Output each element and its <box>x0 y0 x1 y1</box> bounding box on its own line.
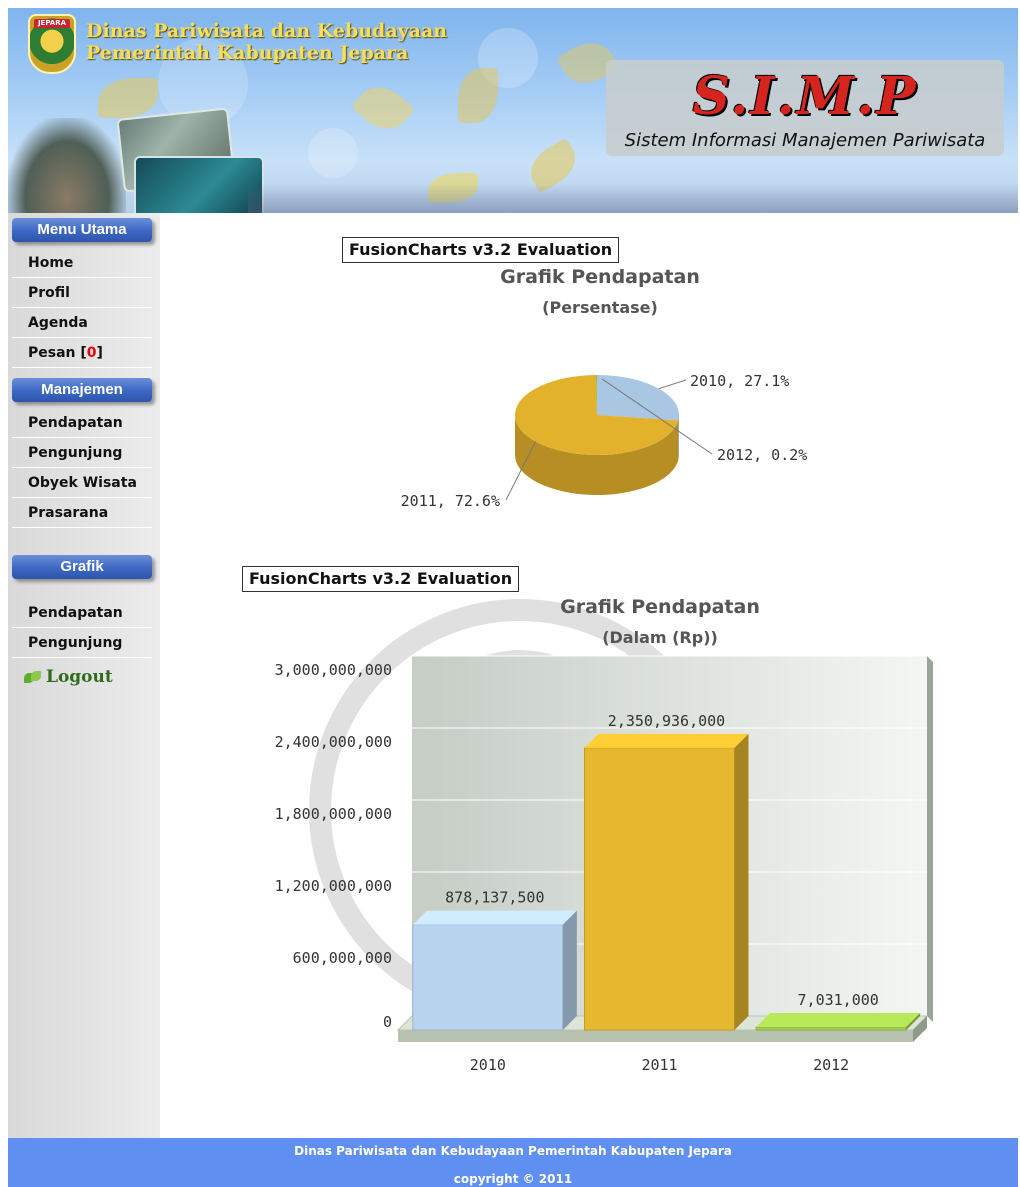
bar-2010[interactable] <box>412 924 564 1031</box>
bar-side-2010 <box>562 910 577 1030</box>
bar-chart: 0 600,000,000 1,200,000,000 1,800,000,000 2,… <box>275 655 933 1074</box>
banner-shade <box>248 183 1018 213</box>
x-tick-label-2012: 2012 <box>813 1056 849 1074</box>
pie-label-2010: 2010, 27.1% <box>690 372 789 390</box>
section-header-grafik: Grafik <box>12 555 152 579</box>
plot-floor-edge <box>398 1030 913 1042</box>
bar-evaluation-banner: FusionCharts v3.2 Evaluation <box>242 566 520 592</box>
pie-label-2011: 2011, 72.6% <box>401 492 500 510</box>
footer-agency: Dinas Pariwisata dan Kebudayaan Pemerint… <box>294 1144 732 1158</box>
pie-chart-subtitle: (Persentase) <box>542 298 658 317</box>
y-tick-label: 1,800,000,000 <box>275 805 392 823</box>
sidebar-item-prasarana[interactable]: Prasarana <box>12 499 152 528</box>
footer-copyright: copyright © 2011 <box>453 1172 573 1186</box>
unread-count: 0 <box>86 345 97 361</box>
section-header-menu-utama: Menu Utama <box>12 218 152 242</box>
banner-leaf <box>458 68 498 123</box>
y-tick-label: 1,200,000,000 <box>275 877 392 895</box>
pie-label-2012: 2012, 0.2% <box>717 446 807 464</box>
sidebar-item-obyek-wisata[interactable]: Obyek Wisata <box>12 469 152 498</box>
banner-leaf <box>350 76 416 140</box>
app-subtitle: Sistem Informasi Manajemen Pariwisata <box>624 130 986 151</box>
sidebar-item-grafik-pengunjung[interactable]: Pengunjung <box>12 629 152 658</box>
pie-evaluation-banner: FusionCharts v3.2 Evaluation <box>342 237 620 263</box>
bar-2012[interactable] <box>755 1026 907 1031</box>
sidebar-item-pesan[interactable]: Pesan [0] <box>12 339 152 368</box>
logout-link[interactable]: Logout <box>24 667 113 687</box>
banner-leaf <box>98 78 158 118</box>
underwater-photo <box>134 156 264 213</box>
logout-label: Logout <box>46 667 113 687</box>
banner-bubble <box>308 128 358 178</box>
x-tick-label-2011: 2011 <box>641 1056 677 1074</box>
data-label-2011: 2,350,936,000 <box>608 712 725 730</box>
agency-line-2: Pemerintah Kabupaten Jepara <box>86 42 409 64</box>
section-header-manajemen: Manajemen <box>12 378 152 402</box>
app-title: S.I.M.P <box>692 66 918 127</box>
bar-top-2011 <box>584 733 749 748</box>
agency-name: Dinas Pariwisata dan Kebudayaan Pemerint… <box>86 20 447 64</box>
footer: Dinas Pariwisata dan Kebudayaan Pemerint… <box>8 1138 1018 1187</box>
plot-side-wall <box>927 656 933 1022</box>
coral-photo <box>8 118 126 213</box>
sidebar: Menu Utama Home Profil Agenda Pesan [0] … <box>8 213 160 1138</box>
sidebar-item-profil[interactable]: Profil <box>12 279 152 308</box>
pie-chart-title: Grafik Pendapatan <box>500 266 700 288</box>
data-label-2012: 7,031,000 <box>798 991 879 1009</box>
bar-chart-title: Grafik Pendapatan <box>560 596 760 618</box>
bar-top-2010 <box>412 910 577 925</box>
pie-leader-line-2010 <box>658 379 687 390</box>
unread-badge: [0] <box>80 345 103 361</box>
jepara-logo: JEPARA <box>28 14 76 74</box>
sidebar-item-pengunjung[interactable]: Pengunjung <box>12 439 152 468</box>
bar-chart-subtitle: (Dalam (Rp)) <box>602 628 718 647</box>
bar-2011[interactable] <box>584 747 735 1031</box>
pie-slice-2010[interactable] <box>597 375 679 421</box>
app-title-box: S.I.M.P Sistem Informasi Manajemen Pariw… <box>606 60 1004 156</box>
pie-slice-side-2010 <box>678 415 679 461</box>
header-banner: JEPARA Dinas Pariwisata dan Kebudayaan P… <box>8 8 1018 213</box>
x-tick-label-2010: 2010 <box>470 1056 506 1074</box>
sidebar-item-agenda[interactable]: Agenda <box>12 309 152 338</box>
leaf-icon <box>24 670 42 685</box>
bar-top-2012 <box>756 1013 921 1027</box>
y-tick-label: 2,400,000,000 <box>275 733 392 751</box>
bar-side-2011 <box>734 733 749 1030</box>
sidebar-item-label: Pesan <box>28 345 81 361</box>
agency-line-1: Dinas Pariwisata dan Kebudayaan <box>86 20 448 42</box>
sidebar-item-grafik-pendapatan[interactable]: Pendapatan <box>12 599 152 628</box>
y-tick-label: 0 <box>383 1013 392 1031</box>
sidebar-item-pendapatan[interactable]: Pendapatan <box>12 409 152 438</box>
logo-text: JEPARA <box>34 19 70 28</box>
pie-chart: 2010, 27.1% 2011, 72.6% 2012, 0.2% <box>401 372 808 510</box>
data-label-2010: 878,137,500 <box>445 889 544 907</box>
y-tick-label: 3,000,000,000 <box>275 661 392 679</box>
sidebar-item-home[interactable]: Home <box>12 249 152 278</box>
y-tick-label: 600,000,000 <box>293 949 392 967</box>
